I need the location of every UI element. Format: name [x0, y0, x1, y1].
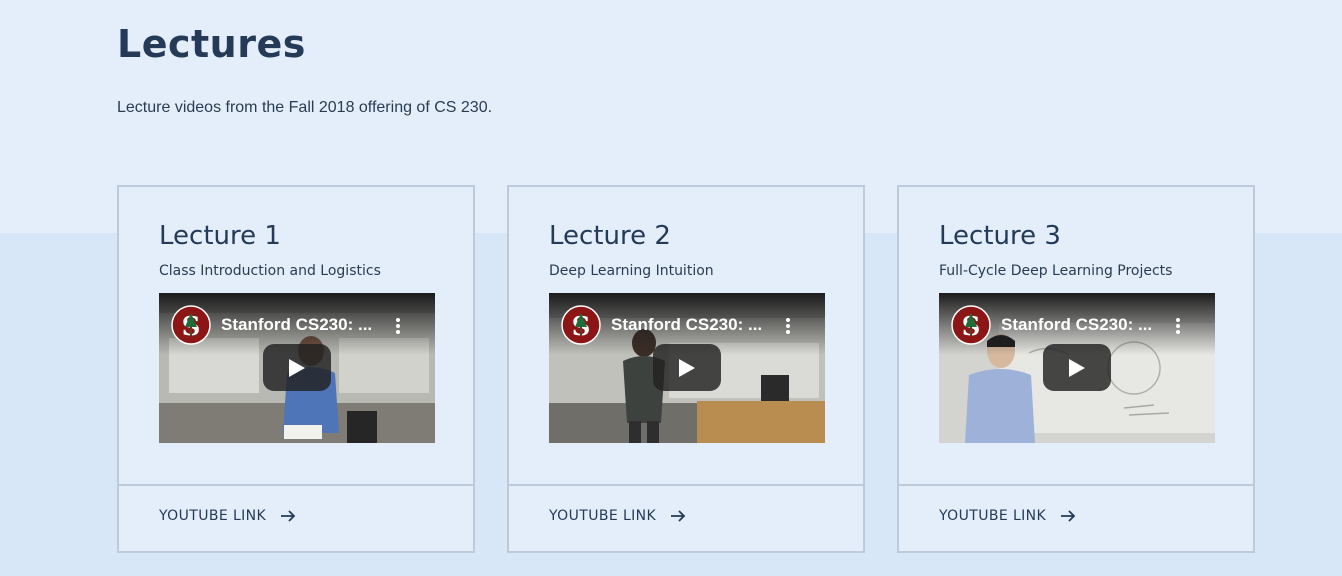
lecture-card-1: Lecture 1 Class Introduction and Logisti… [117, 185, 475, 553]
card-footer: YOUTUBE LINK [509, 484, 863, 553]
lecture-description: Full-Cycle Deep Learning Projects [939, 263, 1173, 279]
lecture-title: Lecture 3 [939, 221, 1061, 251]
video-embed[interactable]: S Stanford CS230: ... [159, 293, 435, 443]
card-footer: YOUTUBE LINK [899, 484, 1253, 553]
more-vert-icon[interactable] [394, 317, 402, 335]
play-button[interactable] [1043, 344, 1111, 391]
lecture-title: Lecture 2 [549, 221, 671, 251]
lecture-description: Class Introduction and Logistics [159, 263, 381, 279]
video-title: Stanford CS230: ... [221, 315, 373, 334]
play-icon [1069, 359, 1085, 377]
play-button[interactable] [263, 344, 331, 391]
stanford-tree-logo-icon: S [951, 305, 991, 345]
page-subtitle: Lecture videos from the Fall 2018 offeri… [117, 99, 493, 116]
youtube-link[interactable]: YOUTUBE LINK [159, 508, 296, 524]
youtube-link[interactable]: YOUTUBE LINK [939, 508, 1076, 524]
lecture-description: Deep Learning Intuition [549, 263, 714, 279]
play-button[interactable] [653, 344, 721, 391]
stanford-tree-logo-icon: S [561, 305, 601, 345]
youtube-link-label: YOUTUBE LINK [549, 508, 657, 524]
page-title: Lectures [117, 22, 306, 66]
more-vert-icon[interactable] [784, 317, 792, 335]
arrow-right-icon [671, 510, 686, 522]
youtube-link-label: YOUTUBE LINK [159, 508, 267, 524]
arrow-right-icon [1061, 510, 1076, 522]
play-icon [679, 359, 695, 377]
lecture-card-2: Lecture 2 Deep Learning Intuition S Stan… [507, 185, 865, 553]
youtube-link[interactable]: YOUTUBE LINK [549, 508, 686, 524]
play-icon [289, 359, 305, 377]
card-footer: YOUTUBE LINK [119, 484, 473, 553]
video-title: Stanford CS230: ... [1001, 315, 1153, 334]
stanford-tree-logo-icon: S [171, 305, 211, 345]
lecture-card-3: Lecture 3 Full-Cycle Deep Learning Proje… [897, 185, 1255, 553]
video-embed[interactable]: S Stanford CS230: ... [939, 293, 1215, 443]
video-embed[interactable]: S Stanford CS230: ... [549, 293, 825, 443]
more-vert-icon[interactable] [1174, 317, 1182, 335]
youtube-link-label: YOUTUBE LINK [939, 508, 1047, 524]
lecture-title: Lecture 1 [159, 221, 281, 251]
arrow-right-icon [281, 510, 296, 522]
video-title: Stanford CS230: ... [611, 315, 763, 334]
